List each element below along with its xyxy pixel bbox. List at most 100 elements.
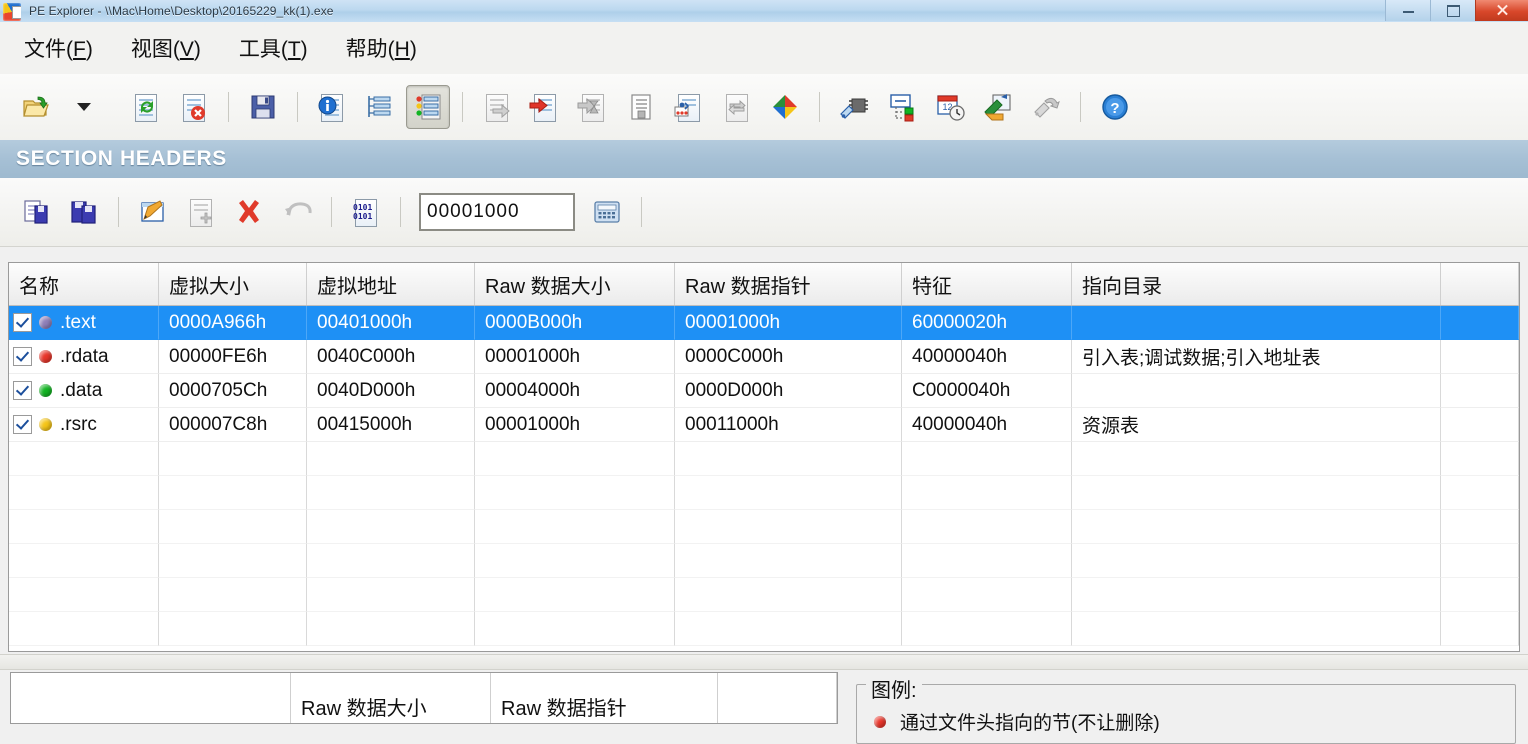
column-header-1[interactable]: 虚拟大小 — [159, 263, 307, 305]
detail-column-header-1[interactable]: Raw 数据大小 — [291, 673, 491, 723]
delete-section-button[interactable] — [227, 190, 271, 234]
help-button[interactable]: ? — [1093, 85, 1137, 129]
section-detail-header-row: Raw 数据大小 Raw 数据指针 — [11, 673, 837, 723]
cell-directories: 引入表;调试数据;引入地址表 — [1072, 340, 1441, 374]
column-header-spacer[interactable] — [1441, 263, 1519, 305]
cell-virtual_size: 0000705Ch — [159, 374, 307, 408]
cell-empty — [9, 442, 159, 476]
maximize-button[interactable] — [1430, 0, 1475, 21]
cell-empty — [1441, 442, 1519, 476]
cell-section-name: .text — [9, 306, 159, 340]
resource-viewer-icon — [631, 94, 651, 120]
menu-item-file[interactable]: 文件(F) — [8, 29, 109, 67]
menu-item-view[interactable]: 视图(V) — [115, 29, 217, 67]
cell-section-name: .rdata — [9, 340, 159, 374]
detail-column-header-3[interactable] — [718, 673, 837, 723]
export-table-button[interactable] — [475, 85, 519, 129]
cell-virtual_address: 00401000h — [307, 306, 475, 340]
import-table-button[interactable] — [523, 85, 567, 129]
close-button[interactable] — [1475, 0, 1528, 21]
column-header-5[interactable]: 特征 — [902, 263, 1072, 305]
table-row[interactable]: .text 0000A966h 00401000h 0000B000h 00001000… — [9, 306, 1519, 340]
section-enabled-checkbox[interactable] — [13, 347, 32, 366]
resource-editor-button[interactable] — [976, 85, 1020, 129]
cell-empty — [475, 612, 675, 646]
tls-table-button[interactable] — [715, 85, 759, 129]
legend-bullet-icon — [874, 715, 886, 728]
legend-entry: 通过文件头指向的节(不让删除) — [874, 708, 1160, 735]
delay-import-icon — [577, 92, 608, 122]
section-color-bullet-icon — [39, 384, 52, 397]
column-header-6[interactable]: 指向目录 — [1072, 263, 1441, 305]
detail-column-header-2[interactable]: Raw 数据指针 — [491, 673, 718, 723]
section-headers-band: SECTION HEADERS — [0, 140, 1528, 179]
menu-item-tools[interactable]: 工具(T) — [223, 29, 324, 67]
menu-item-help-accel: H — [394, 38, 410, 61]
relocations-button[interactable] — [667, 85, 711, 129]
cell-section-name: .rsrc — [9, 408, 159, 442]
section-detail-table: Raw 数据大小 Raw 数据指针 — [10, 672, 838, 724]
table-empty-row[interactable] — [9, 442, 1519, 476]
copy-section-button[interactable] — [14, 190, 58, 234]
cell-empty — [307, 510, 475, 544]
delay-import-button[interactable] — [571, 85, 615, 129]
calculator-button[interactable] — [585, 190, 629, 234]
cell-spacer — [1441, 374, 1519, 408]
section-headers-button[interactable] — [406, 85, 450, 129]
table-row[interactable]: .rsrc 000007C8h 00415000h 00001000h 00011000… — [9, 408, 1519, 442]
cell-empty — [9, 476, 159, 510]
section-enabled-checkbox[interactable] — [13, 313, 32, 332]
column-header-0[interactable]: 名称 — [9, 263, 159, 305]
disassembler-button[interactable] — [832, 85, 876, 129]
quick-function-button[interactable] — [763, 85, 807, 129]
section-enabled-checkbox[interactable] — [13, 415, 32, 434]
add-section-button[interactable] — [179, 190, 223, 234]
save-file-button[interactable] — [241, 85, 285, 129]
dependency-scanner-button[interactable] — [880, 85, 924, 129]
menu-item-help[interactable]: 帮助(H) — [330, 29, 433, 67]
resource-viewer-button[interactable] — [619, 85, 663, 129]
cell-empty — [675, 578, 902, 612]
cell-empty — [307, 578, 475, 612]
column-header-2[interactable]: 虚拟地址 — [307, 263, 475, 305]
section-color-bullet-icon — [39, 316, 52, 329]
table-row[interactable]: .rdata 00000FE6h 0040C000h 00001000h 0000C00… — [9, 340, 1519, 374]
column-header-3[interactable]: Raw 数据大小 — [475, 263, 675, 305]
close-file-button[interactable] — [172, 85, 216, 129]
edit-section-button[interactable] — [131, 190, 175, 234]
detail-column-header-0[interactable] — [11, 673, 291, 723]
legend-title: 图例: — [866, 674, 922, 703]
header-info-button[interactable] — [310, 85, 354, 129]
section-enabled-checkbox[interactable] — [13, 381, 32, 400]
hex-view-button[interactable]: 0101 0101 — [344, 190, 388, 234]
data-directories-button[interactable] — [358, 85, 402, 129]
open-dropdown-button[interactable] — [62, 85, 106, 129]
cell-empty — [902, 510, 1072, 544]
undo-button[interactable] — [275, 190, 319, 234]
table-row[interactable]: .data 0000705Ch 0040D000h 00004000h 0000D000… — [9, 374, 1519, 408]
cell-virtual_address: 0040D000h — [307, 374, 475, 408]
main-toolbar: 12 ? — [0, 74, 1528, 141]
refresh-file-button[interactable] — [124, 85, 168, 129]
cell-empty — [902, 544, 1072, 578]
table-empty-row[interactable] — [9, 612, 1519, 646]
panel-splitter[interactable] — [0, 654, 1528, 670]
cell-empty — [9, 578, 159, 612]
table-empty-row[interactable] — [9, 578, 1519, 612]
cell-empty — [1441, 578, 1519, 612]
cell-empty — [1072, 476, 1441, 510]
column-header-4[interactable]: Raw 数据指针 — [675, 263, 902, 305]
timedate-stamp-button[interactable]: 12 — [928, 85, 972, 129]
open-file-button[interactable] — [14, 85, 58, 129]
unpacker-button[interactable] — [1024, 85, 1068, 129]
cell-characteristics: 40000040h — [902, 408, 1072, 442]
cell-empty — [675, 476, 902, 510]
minimize-button[interactable] — [1385, 0, 1430, 21]
resource-editor-icon — [984, 94, 1011, 121]
section-address-input[interactable]: 00001000 — [419, 193, 575, 231]
paste-section-button[interactable] — [62, 190, 106, 234]
calculator-icon — [594, 201, 620, 223]
table-empty-row[interactable] — [9, 510, 1519, 544]
table-empty-row[interactable] — [9, 476, 1519, 510]
table-empty-row[interactable] — [9, 544, 1519, 578]
